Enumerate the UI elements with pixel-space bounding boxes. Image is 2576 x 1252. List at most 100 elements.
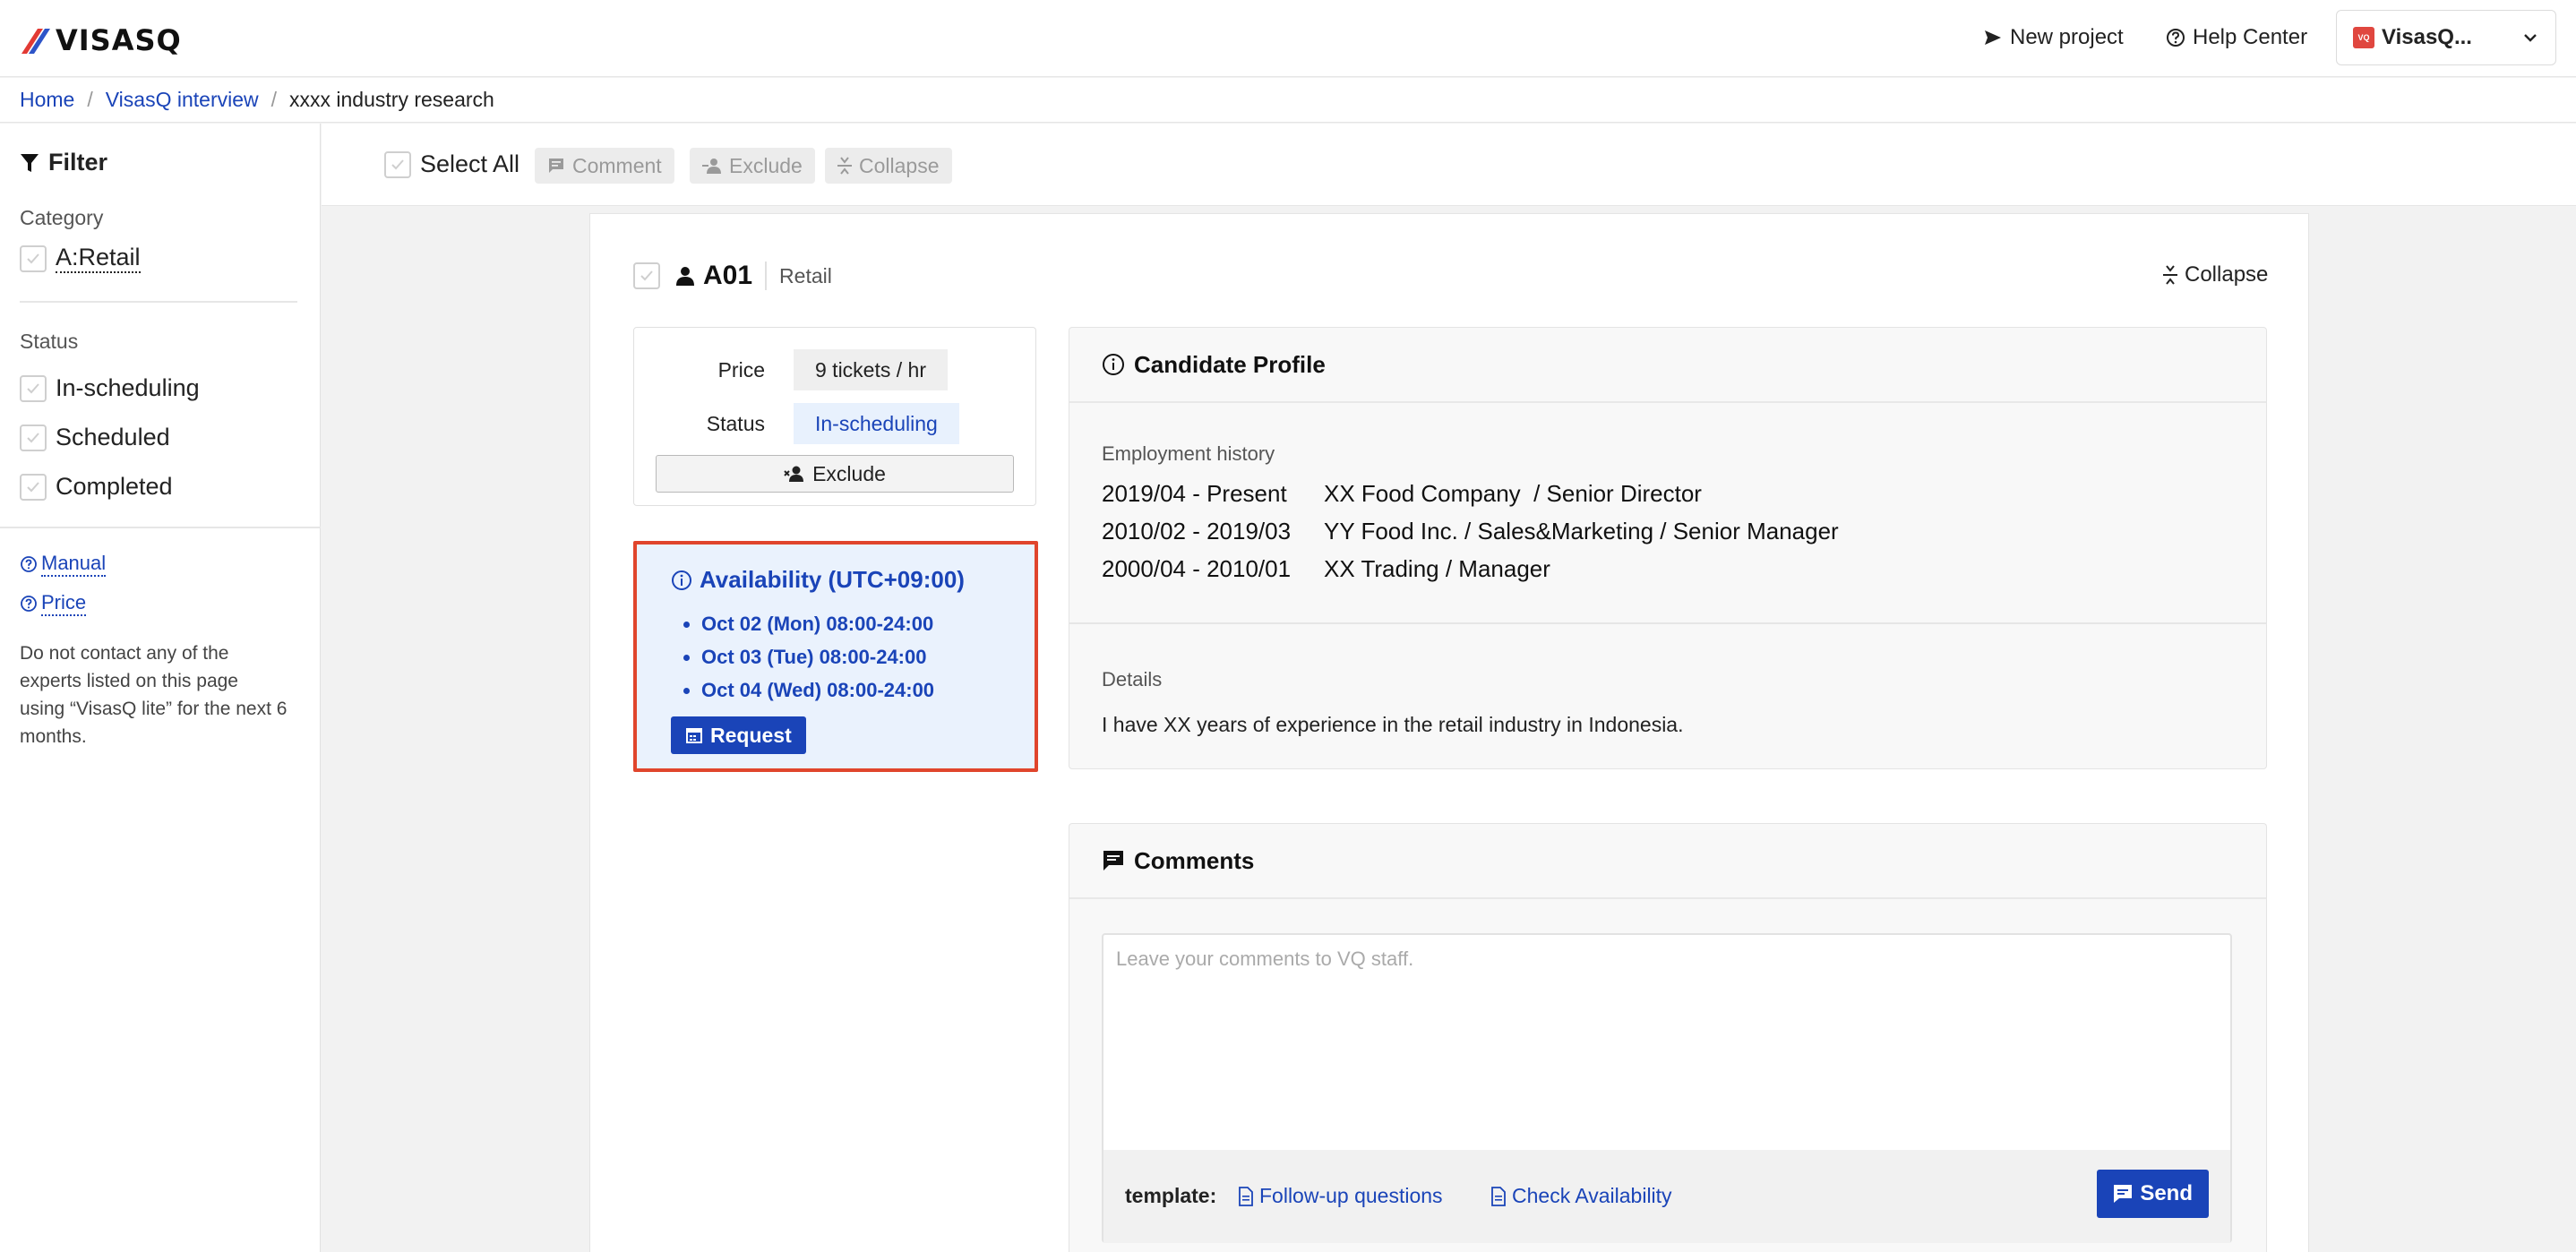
price-value: 9 tickets / hr <box>794 349 948 390</box>
comment-footer: template: Follow-up questions Check Avai… <box>1103 1150 2230 1243</box>
bulk-collapse-label: Collapse <box>859 153 940 177</box>
checkbox[interactable] <box>20 473 47 501</box>
employment-desc: XX Trading / Manager <box>1324 555 1550 582</box>
checkbox[interactable] <box>20 244 47 272</box>
status-checkbox-scheduled[interactable]: Scheduled <box>20 424 170 451</box>
status-scheduled-label: Scheduled <box>56 424 170 450</box>
template-label: template: <box>1125 1184 1217 1207</box>
status-label: Status <box>706 411 765 435</box>
select-all-checkbox[interactable]: Select All <box>384 150 519 178</box>
expert-card-header: A01 Retail <box>633 261 832 291</box>
new-project-label: New project <box>2010 25 2124 49</box>
check-icon <box>27 432 39 442</box>
send-arrow-icon <box>1985 30 2001 45</box>
employment-history-label: Employment history <box>1102 442 1275 465</box>
price-status-box: Price 9 tickets / hr Status In-schedulin… <box>633 327 1036 506</box>
candidate-profile: Candidate Profile Employment history 201… <box>1069 327 2267 769</box>
availability-box: Availability (UTC+09:00) Oct 02 (Mon) 08… <box>633 541 1038 772</box>
user-icon <box>676 267 694 286</box>
price-label: Price <box>717 357 765 382</box>
exclude-button[interactable]: Exclude <box>656 455 1014 493</box>
expert-card: A01 Retail Collapse Price 9 tickets / hr… <box>589 213 2309 1252</box>
contact-notice: Do not contact any of the experts listed… <box>20 643 288 747</box>
employment-row: 2019/04 - Present XX Food Company / Seni… <box>1102 480 1702 508</box>
header-separator <box>765 262 768 290</box>
status-completed-label: Completed <box>56 473 173 500</box>
calendar-icon <box>686 728 702 743</box>
status-checkbox-completed[interactable]: Completed <box>20 473 173 501</box>
status-checkbox-in-scheduling[interactable]: In-scheduling <box>20 374 200 402</box>
category-checkbox-retail[interactable]: A:Retail <box>20 244 141 273</box>
manual-link-label: Manual <box>41 552 107 577</box>
logo-mark-icon <box>21 29 50 54</box>
checkbox[interactable] <box>384 150 411 178</box>
checkbox[interactable] <box>20 424 47 451</box>
bulk-collapse-button[interactable]: Collapse <box>825 148 952 184</box>
checkbox[interactable] <box>20 374 47 402</box>
comment-icon <box>1103 851 1123 870</box>
expert-select-checkbox[interactable] <box>633 262 660 289</box>
status-row: Status In-scheduling <box>634 403 1037 444</box>
help-center-label: Help Center <box>2193 25 2308 49</box>
send-button[interactable]: Send <box>2097 1170 2209 1218</box>
price-link-label: Price <box>41 591 87 616</box>
employment-period: 2019/04 - Present <box>1102 480 1287 507</box>
employment-desc: XX Food Company / Senior Director <box>1324 480 1702 507</box>
user-remove-icon <box>784 466 804 482</box>
user-remove-icon <box>702 159 721 174</box>
availability-title-label: Availability (UTC+09:00) <box>700 566 965 593</box>
document-icon <box>1239 1186 1253 1206</box>
manual-link[interactable]: Manual <box>20 552 107 577</box>
bulk-comment-button[interactable]: Comment <box>535 148 674 184</box>
breadcrumb-separator: / <box>87 88 93 111</box>
profile-divider <box>1069 622 2266 624</box>
price-link[interactable]: Price <box>20 591 87 616</box>
status-in-scheduling-label: In-scheduling <box>56 374 200 401</box>
category-label: Category <box>20 206 104 229</box>
expert-id: A01 <box>703 261 753 290</box>
help-circle-icon <box>21 596 37 612</box>
availability-slot: Oct 02 (Mon) 08:00-24:00 <box>701 613 934 646</box>
send-label: Send <box>2140 1181 2193 1205</box>
availability-slots: Oct 02 (Mon) 08:00-24:00 Oct 03 (Tue) 08… <box>701 613 934 712</box>
comment-editor: template: Follow-up questions Check Avai… <box>1102 933 2232 1243</box>
check-icon <box>27 382 39 393</box>
availability-title: Availability (UTC+09:00) <box>671 566 965 594</box>
account-menu[interactable]: VQ VisasQ... <box>2336 10 2556 65</box>
help-circle-icon <box>21 556 37 572</box>
breadcrumb-home[interactable]: Home <box>20 88 74 112</box>
document-icon <box>1491 1186 1506 1206</box>
visasq-logo[interactable]: VISASQ <box>20 23 182 57</box>
employment-row: 2000/04 - 2010/01 XX Trading / Manager <box>1102 555 1550 583</box>
status-label: Status <box>20 330 79 353</box>
logo-text: VISASQ <box>56 23 182 57</box>
info-icon <box>672 570 691 590</box>
template-availability-link[interactable]: Check Availability <box>1490 1184 1672 1208</box>
account-name: VisasQ... <box>2382 25 2472 49</box>
sidebar-divider <box>0 527 321 528</box>
template-availability-label: Check Availability <box>1512 1184 1672 1207</box>
candidate-profile-header: Candidate Profile <box>1069 328 2266 403</box>
request-button[interactable]: Request <box>671 716 806 754</box>
breadcrumb-separator: / <box>270 88 278 111</box>
comment-icon <box>2114 1185 2133 1203</box>
collapse-icon <box>2163 265 2177 285</box>
filter-icon <box>21 153 39 172</box>
chevron-down-icon <box>2524 34 2537 42</box>
comment-icon <box>549 159 563 173</box>
breadcrumb-current: xxxx industry research <box>289 88 494 111</box>
exclude-label: Exclude <box>812 461 886 485</box>
breadcrumb-interview[interactable]: VisasQ interview <box>106 88 259 112</box>
comments-header: Comments <box>1069 824 2266 899</box>
template-followup-link[interactable]: Follow-up questions <box>1238 1184 1443 1208</box>
breadcrumb: Home / VisasQ interview / xxxx industry … <box>0 78 2576 123</box>
availability-slot: Oct 04 (Wed) 08:00-24:00 <box>701 679 934 712</box>
collapse-button[interactable]: Collapse <box>2163 262 2297 287</box>
new-project-link[interactable]: New project <box>1983 25 2124 50</box>
help-center-link[interactable]: Help Center <box>2166 25 2307 50</box>
check-icon <box>27 253 39 263</box>
availability-slot: Oct 03 (Tue) 08:00-24:00 <box>701 646 934 679</box>
bulk-exclude-button[interactable]: Exclude <box>690 148 815 184</box>
collapse-icon <box>837 157 852 175</box>
comment-input[interactable] <box>1103 935 2230 1150</box>
